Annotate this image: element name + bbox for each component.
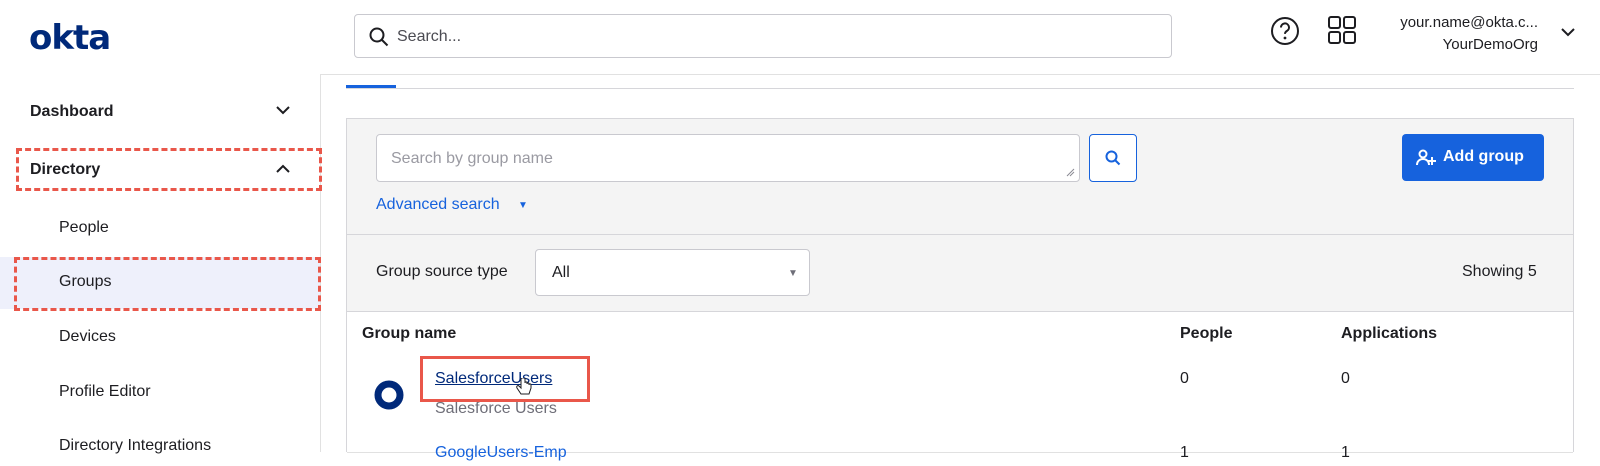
group-source-type-select[interactable]: All ▼	[535, 249, 810, 296]
applications-count: 0	[1341, 370, 1350, 387]
resize-grip-icon[interactable]	[1065, 167, 1075, 177]
filter-bar	[347, 234, 1573, 311]
group-name-link[interactable]: GoogleUsers-Emp	[435, 444, 567, 462]
highlight-box-group-link	[420, 356, 590, 402]
sidebar-item-devices[interactable]: Devices	[0, 317, 320, 357]
column-header-group-name[interactable]: Group name	[362, 325, 456, 343]
add-group-label: Add group	[1443, 148, 1524, 165]
add-group-button[interactable]: Add group	[1402, 134, 1544, 181]
add-person-icon	[1416, 149, 1436, 166]
hand-cursor-icon	[516, 378, 532, 395]
global-search-input[interactable]: Search...	[354, 14, 1172, 58]
sidebar-item-label: Devices	[59, 328, 116, 345]
top-header: okta Search... your.name@okta.c... YourD…	[0, 0, 1600, 75]
sidebar-item-profile-editor[interactable]: Profile Editor	[0, 372, 320, 412]
sidebar-item-label: Directory Integrations	[59, 437, 212, 454]
sidebar-item-directory-integrations[interactable]: Directory Integrations	[0, 426, 320, 466]
sidebar-item-label: People	[59, 219, 109, 236]
org-name: YourDemoOrg	[1442, 36, 1538, 53]
group-search-button[interactable]	[1089, 134, 1137, 182]
chevron-down-icon	[276, 106, 290, 115]
column-header-people[interactable]: People	[1180, 325, 1232, 343]
showing-count: Showing 5	[1462, 263, 1537, 280]
chevron-down-icon[interactable]	[1560, 27, 1576, 37]
user-email: your.name@okta.c...	[1400, 14, 1538, 31]
people-count: 0	[1180, 370, 1189, 387]
sidebar-item-label: Profile Editor	[59, 383, 151, 400]
user-menu[interactable]: your.name@okta.c... YourDemoOrg	[1338, 12, 1538, 56]
sidebar-item-label: Dashboard	[30, 103, 114, 120]
group-search-input[interactable]: Search by group name	[376, 134, 1080, 182]
sidebar-item-dashboard[interactable]: Dashboard	[0, 92, 320, 132]
group-description: Salesforce Users	[435, 400, 557, 417]
column-header-applications[interactable]: Applications	[1341, 325, 1437, 343]
tab-divider	[346, 88, 1574, 89]
highlight-box-groups	[14, 257, 321, 311]
advanced-search-link[interactable]: Advanced search	[376, 196, 500, 214]
search-icon	[369, 27, 389, 47]
caret-down-icon: ▼	[788, 268, 798, 279]
people-count: 1	[1180, 444, 1189, 461]
group-search-placeholder: Search by group name	[391, 150, 553, 167]
group-icon	[374, 380, 404, 410]
highlight-box-directory	[16, 148, 322, 191]
search-placeholder: Search...	[397, 28, 462, 45]
help-icon[interactable]	[1270, 16, 1300, 46]
search-icon	[1105, 150, 1121, 166]
group-source-type-label: Group source type	[376, 263, 508, 280]
active-tab-indicator	[346, 85, 396, 88]
applications-count: 1	[1341, 444, 1350, 461]
sidebar-item-people[interactable]: People	[0, 208, 320, 248]
group-source-type-value: All	[552, 264, 570, 281]
okta-logo[interactable]: okta	[29, 18, 111, 58]
caret-down-icon[interactable]: ▼	[518, 200, 528, 211]
